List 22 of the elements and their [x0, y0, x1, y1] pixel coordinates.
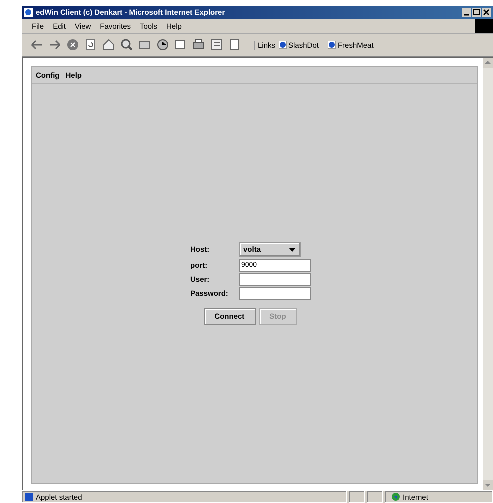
page-status-icon — [25, 493, 33, 501]
input-field[interactable] — [238, 273, 310, 286]
globe-icon — [392, 493, 400, 501]
input-field[interactable] — [238, 287, 310, 300]
minimize-icon[interactable] — [462, 8, 471, 17]
close-icon[interactable] — [482, 8, 491, 17]
dropdown-arrow-icon — [288, 248, 296, 252]
search-icon[interactable] — [120, 38, 134, 52]
globe-icon — [328, 41, 336, 49]
edit-icon[interactable] — [210, 38, 224, 52]
globe-icon — [278, 41, 287, 49]
home-icon[interactable] — [102, 38, 116, 52]
browser-icon — [24, 8, 33, 17]
forward-arrow-icon[interactable] — [48, 38, 62, 52]
status-panel — [349, 491, 365, 503]
status-panel — [367, 491, 383, 503]
stop-icon[interactable] — [66, 38, 80, 52]
printer-icon[interactable] — [192, 38, 206, 52]
back-arrow-icon[interactable] — [30, 38, 44, 52]
maximize-icon[interactable] — [472, 8, 481, 17]
refresh-icon[interactable] — [84, 38, 98, 52]
clock-icon[interactable] — [156, 38, 170, 52]
